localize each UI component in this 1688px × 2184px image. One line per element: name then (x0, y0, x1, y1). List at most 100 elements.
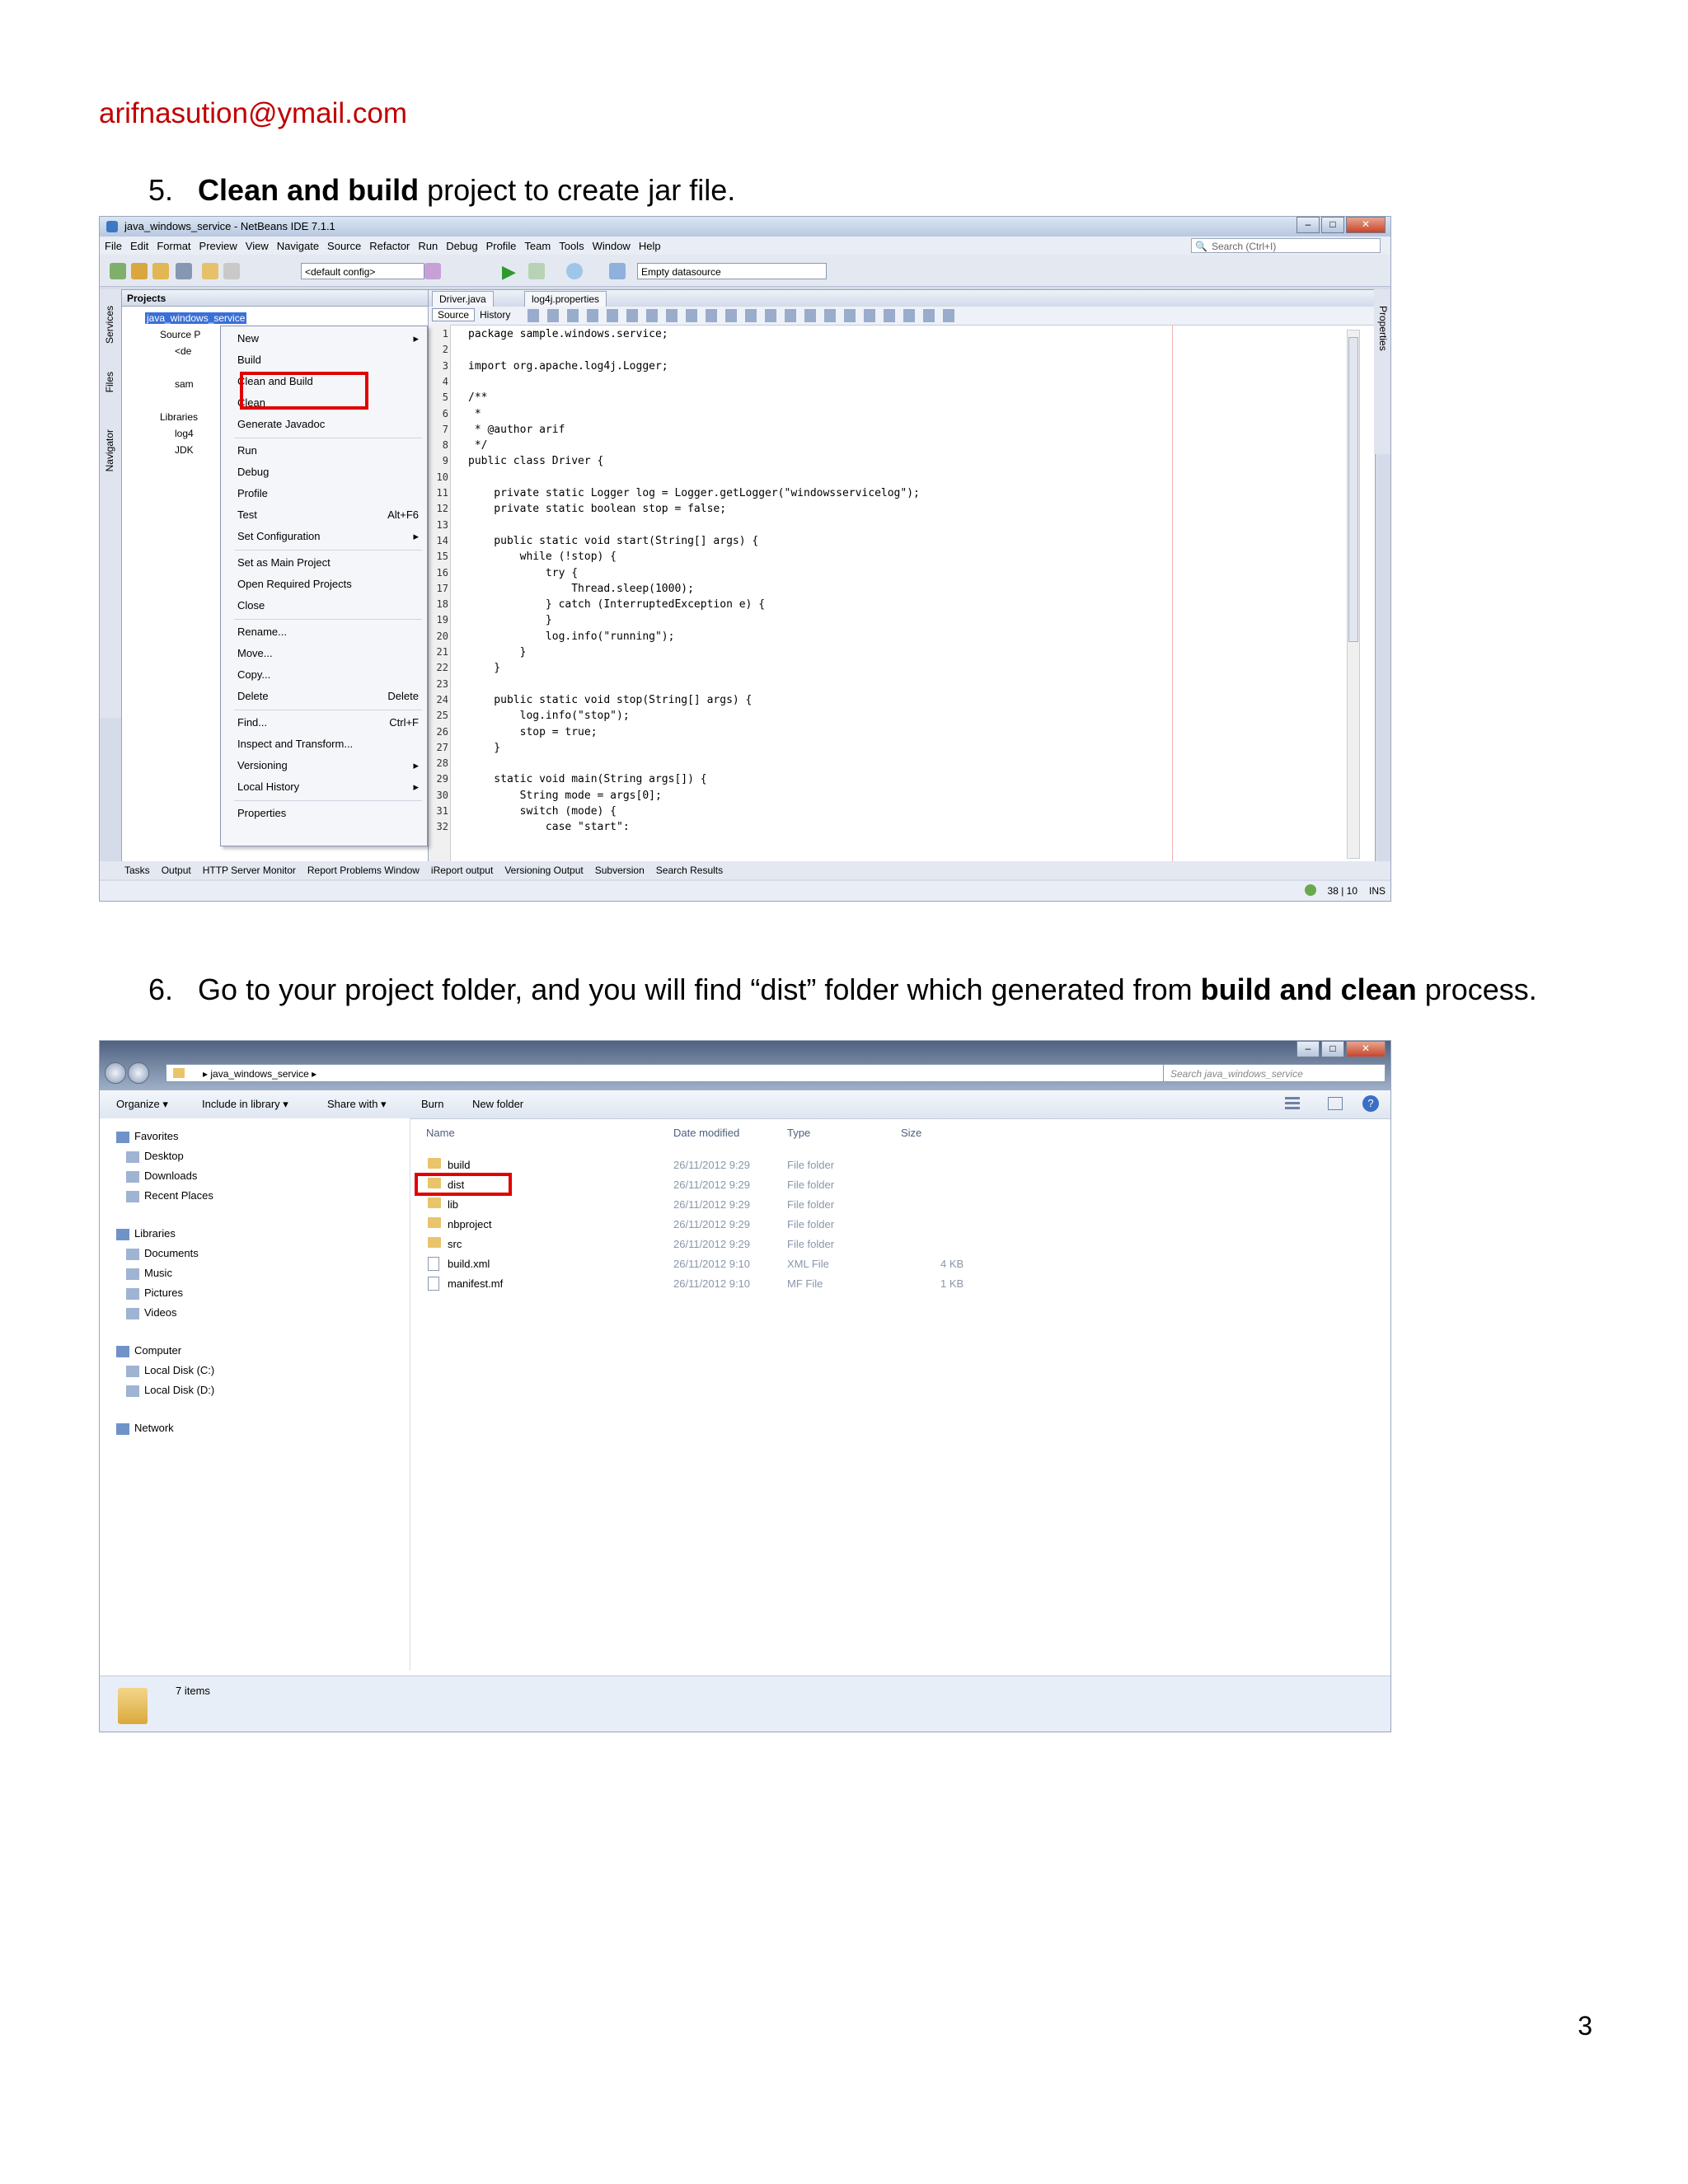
context-item-close[interactable]: Close (221, 597, 427, 615)
code-line[interactable]: stop = true; (468, 726, 598, 738)
tab-log4j-properties[interactable]: log4j.properties (524, 291, 607, 307)
code-line[interactable]: public static void stop(String[] args) { (468, 694, 752, 706)
maximize-button[interactable]: □ (1321, 217, 1344, 233)
forward-button[interactable] (128, 1062, 149, 1084)
context-item-generate-javadoc[interactable]: Generate Javadoc (221, 415, 427, 434)
organize-button[interactable]: Organize ▾ (116, 1098, 168, 1111)
nav-item-favorites[interactable]: Favorites (116, 1127, 178, 1146)
nav-item-network[interactable]: Network (116, 1418, 174, 1438)
menu-profile[interactable]: Profile (486, 240, 517, 252)
address-bar[interactable]: ▸ java_windows_service ▸ (166, 1064, 1212, 1082)
code-line[interactable]: package sample.windows.service; (468, 328, 668, 340)
include-in-library-button[interactable]: Include in library ▾ (202, 1098, 288, 1111)
context-item-move[interactable]: Move... (221, 644, 427, 663)
menu-tools[interactable]: Tools (559, 240, 584, 252)
scroll-thumb[interactable] (1348, 337, 1358, 642)
context-item-profile[interactable]: Profile (221, 485, 427, 503)
code-line[interactable]: static void main(String args[]) { (468, 773, 706, 785)
context-item-versioning[interactable]: Versioning ▸ (221, 757, 427, 775)
context-item-local-history[interactable]: Local History ▸ (221, 778, 427, 796)
code-line[interactable]: try { (468, 567, 578, 579)
properties-tab[interactable]: Properties (1377, 306, 1389, 351)
menu-file[interactable]: File (105, 240, 122, 252)
clean-build-icon[interactable] (424, 263, 441, 279)
code-line[interactable]: public class Driver { (468, 455, 603, 467)
code-line[interactable]: } (468, 662, 500, 674)
output-tab-output[interactable]: Output (162, 865, 191, 876)
code-line[interactable]: } (468, 614, 552, 626)
code-line[interactable]: import org.apache.log4j.Logger; (468, 360, 668, 373)
history-view-button[interactable]: History (480, 309, 510, 321)
code-line[interactable]: * @author arif (468, 424, 565, 436)
menu-run[interactable]: Run (418, 240, 438, 252)
context-item-open-required-projects[interactable]: Open Required Projects (221, 575, 427, 593)
back-button[interactable] (105, 1062, 126, 1084)
breadcrumb-java-windows-service[interactable]: java_windows_service (210, 1068, 308, 1080)
file-row[interactable]: src 26/11/2012 9:29 File folder (100, 1235, 1089, 1254)
view-options-icon[interactable] (1285, 1097, 1300, 1110)
code-line[interactable]: switch (mode) { (468, 805, 617, 818)
config-combo[interactable]: <default config> (301, 263, 424, 279)
context-item-debug[interactable]: Debug (221, 463, 427, 481)
minimize-button[interactable]: – (1296, 217, 1320, 233)
output-tab-http-server-monitor[interactable]: HTTP Server Monitor (203, 865, 296, 876)
code-line[interactable]: private static boolean stop = false; (468, 503, 726, 515)
close-button[interactable]: ✕ (1346, 1041, 1386, 1057)
close-button[interactable]: ✕ (1346, 217, 1386, 233)
services-tab[interactable]: Services (104, 306, 115, 344)
navigator-tab[interactable]: Navigator (104, 429, 115, 471)
nav-item-computer[interactable]: Computer (116, 1341, 181, 1361)
debug-icon[interactable] (528, 263, 545, 279)
context-item-build[interactable]: Build (221, 351, 427, 369)
code-line[interactable]: case "start": (468, 821, 630, 833)
menu-team[interactable]: Team (524, 240, 551, 252)
explorer-search-input[interactable]: Search java_windows_service (1163, 1064, 1386, 1082)
menu-debug[interactable]: Debug (446, 240, 477, 252)
code-line[interactable]: log.info("running"); (468, 630, 675, 643)
ide-search-input[interactable]: Search (Ctrl+I) (1191, 238, 1381, 253)
context-item-copy[interactable]: Copy... (221, 666, 427, 684)
datasource-icon[interactable] (609, 263, 626, 279)
files-tab[interactable]: Files (104, 372, 115, 392)
output-tab-ireport-output[interactable]: iReport output (431, 865, 493, 876)
context-item-new[interactable]: New ▸ (221, 330, 427, 348)
share-with-button[interactable]: Share with ▾ (327, 1098, 387, 1111)
menu-preview[interactable]: Preview (199, 240, 237, 252)
nav-item-local-disk-d[interactable]: Local Disk (D:) (126, 1380, 214, 1400)
column-name[interactable]: Name (426, 1127, 455, 1139)
code-line[interactable]: */ (468, 439, 488, 452)
output-tab-versioning-output[interactable]: Versioning Output (504, 865, 583, 876)
code-line[interactable]: Thread.sleep(1000); (468, 583, 694, 595)
column-date-modified[interactable]: Date modified (673, 1127, 739, 1139)
tree-project-node[interactable]: java_windows_service (145, 312, 247, 324)
code-line[interactable]: } (468, 646, 527, 658)
column-size[interactable]: Size (901, 1127, 921, 1139)
output-tab-subversion[interactable]: Subversion (595, 865, 645, 876)
file-row[interactable]: build 26/11/2012 9:29 File folder (100, 1156, 1089, 1174)
output-tab-tasks[interactable]: Tasks (124, 865, 150, 876)
menu-source[interactable]: Source (327, 240, 361, 252)
burn-button[interactable]: Burn (421, 1098, 443, 1110)
run-icon[interactable]: ▶ (502, 261, 516, 283)
output-tab-search-results[interactable]: Search Results (656, 865, 723, 876)
file-row[interactable]: lib 26/11/2012 9:29 File folder (100, 1196, 1089, 1214)
source-view-button[interactable]: Source (432, 308, 476, 321)
menu-view[interactable]: View (246, 240, 269, 252)
context-item-properties[interactable]: Properties (221, 804, 427, 823)
context-item-find[interactable]: Find... Ctrl+F (221, 714, 427, 732)
nav-item-videos[interactable]: Videos (126, 1303, 177, 1323)
new-folder-button[interactable]: New folder (472, 1098, 523, 1110)
context-item-rename[interactable]: Rename... (221, 623, 427, 641)
nav-item-local-disk-c[interactable]: Local Disk (C:) (126, 1361, 214, 1380)
context-item-delete[interactable]: Delete Delete (221, 687, 427, 705)
code-line[interactable]: private static Logger log = Logger.getLo… (468, 487, 920, 499)
code-line[interactable]: while (!stop) { (468, 551, 617, 563)
minimize-button[interactable]: – (1296, 1041, 1320, 1057)
code-line[interactable]: /** (468, 391, 487, 404)
menu-edit[interactable]: Edit (130, 240, 148, 252)
profile-icon[interactable] (566, 263, 583, 279)
menu-window[interactable]: Window (593, 240, 631, 252)
undo-icon[interactable] (202, 263, 218, 279)
tab-driver-java[interactable]: Driver.java (432, 291, 494, 307)
open-project-icon[interactable] (152, 263, 169, 279)
